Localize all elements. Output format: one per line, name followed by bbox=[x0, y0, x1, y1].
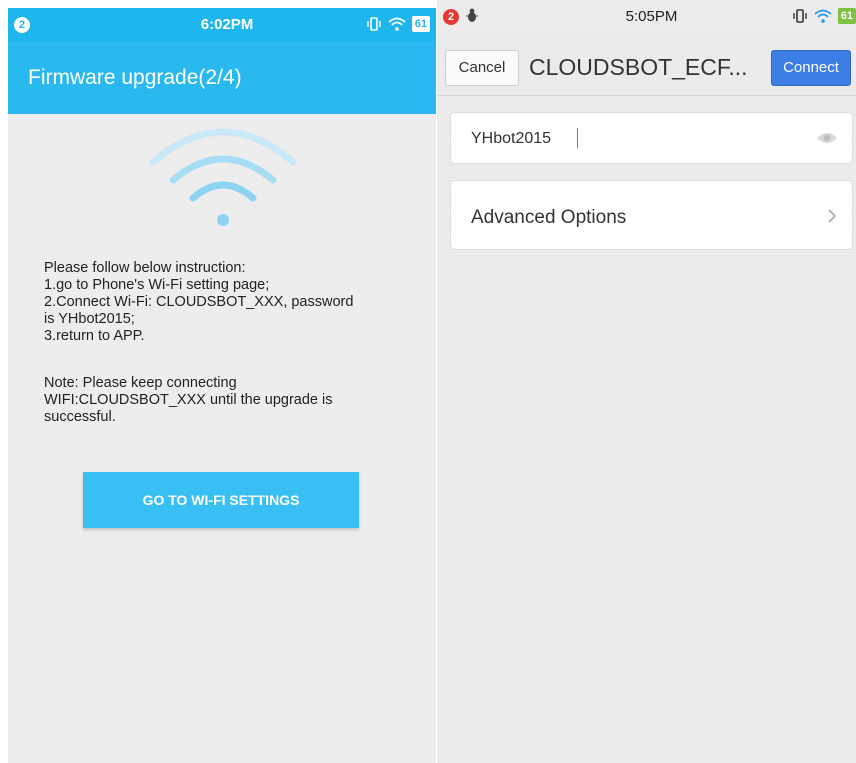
wifi-icon bbox=[814, 9, 832, 23]
app-bar: Firmware upgrade(2/4) bbox=[8, 42, 436, 114]
instruction-step-1: 1.go to Phone's Wi-Fi setting page; bbox=[44, 277, 270, 293]
vibrate-icon bbox=[793, 9, 807, 23]
wifi-illustration-icon bbox=[149, 128, 297, 226]
instruction-step-3: 3.return to APP. bbox=[44, 328, 145, 344]
wifi-icon bbox=[388, 17, 406, 31]
wifi-connect-screen: 2 5:05PM 61 Cancel CLOUDSBOT_ECF... Conn… bbox=[437, 0, 856, 763]
text-cursor bbox=[577, 128, 578, 148]
go-to-wifi-settings-button[interactable]: GO TO WI-FI SETTINGS bbox=[83, 472, 359, 528]
note-text: Note: Please keep connecting WIFI:CLOUDS… bbox=[44, 375, 333, 425]
advanced-options-row[interactable]: Advanced Options bbox=[450, 180, 853, 250]
instructions: Please follow below instruction: 1.go to… bbox=[44, 260, 404, 345]
navigation-bar: Cancel CLOUDSBOT_ECF... Connect bbox=[437, 34, 856, 96]
status-bar: 2 5:05PM 61 bbox=[437, 0, 856, 34]
status-bar: 2 6:02PM 61 bbox=[8, 8, 436, 42]
instruction-step-2: 2.Connect Wi-Fi: CLOUDSBOT_XXX, password… bbox=[44, 294, 354, 327]
battery-icon: 61 bbox=[837, 8, 856, 24]
advanced-options-label: Advanced Options bbox=[471, 207, 627, 228]
password-field-card[interactable] bbox=[450, 112, 853, 164]
show-password-eye-icon[interactable] bbox=[816, 131, 838, 145]
firmware-upgrade-screen: 2 6:02PM 61 Firmware upgrade(2/4) Please… bbox=[8, 8, 436, 763]
connect-button[interactable]: Connect bbox=[771, 50, 851, 86]
instructions-heading: Please follow below instruction: bbox=[44, 260, 246, 276]
vibrate-icon bbox=[367, 17, 381, 31]
page-title: Firmware upgrade(2/4) bbox=[28, 66, 242, 89]
network-name-title: CLOUDSBOT_ECF... bbox=[529, 54, 748, 80]
chevron-right-icon bbox=[828, 209, 836, 223]
battery-icon: 61 bbox=[411, 16, 430, 32]
cancel-button[interactable]: Cancel bbox=[445, 50, 519, 86]
password-input[interactable] bbox=[471, 130, 771, 148]
